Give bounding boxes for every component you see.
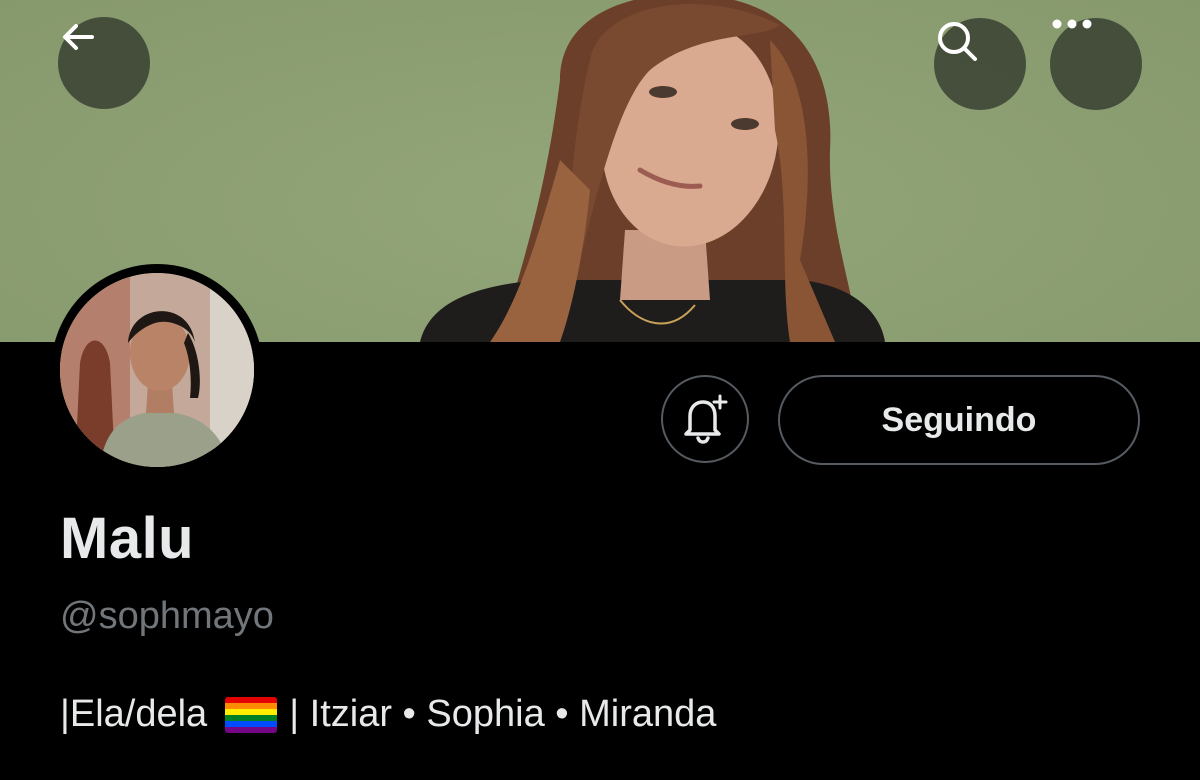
bio: |Ela/dela | Itziar • Sophia • Miranda (60, 693, 716, 736)
avatar-photo (60, 273, 254, 467)
bio-pronouns: |Ela/dela (60, 693, 208, 735)
search-icon (938, 22, 977, 61)
more-horizontal-icon (1052, 19, 1092, 29)
display-name: Malu (60, 506, 195, 571)
avatar[interactable] (51, 264, 263, 476)
following-button[interactable]: Seguindo (778, 375, 1140, 465)
bell-plus-icon (684, 394, 728, 444)
bio-text: | Itziar • Sophia • Miranda (289, 693, 717, 735)
rainbow-flag-icon (225, 696, 278, 733)
arrow-left-icon (63, 24, 94, 50)
user-handle: @sophmayo (60, 595, 274, 637)
search-button[interactable] (934, 18, 1026, 110)
notifications-button[interactable] (661, 375, 749, 463)
more-options-button[interactable] (1050, 18, 1142, 110)
back-button[interactable] (58, 17, 150, 109)
